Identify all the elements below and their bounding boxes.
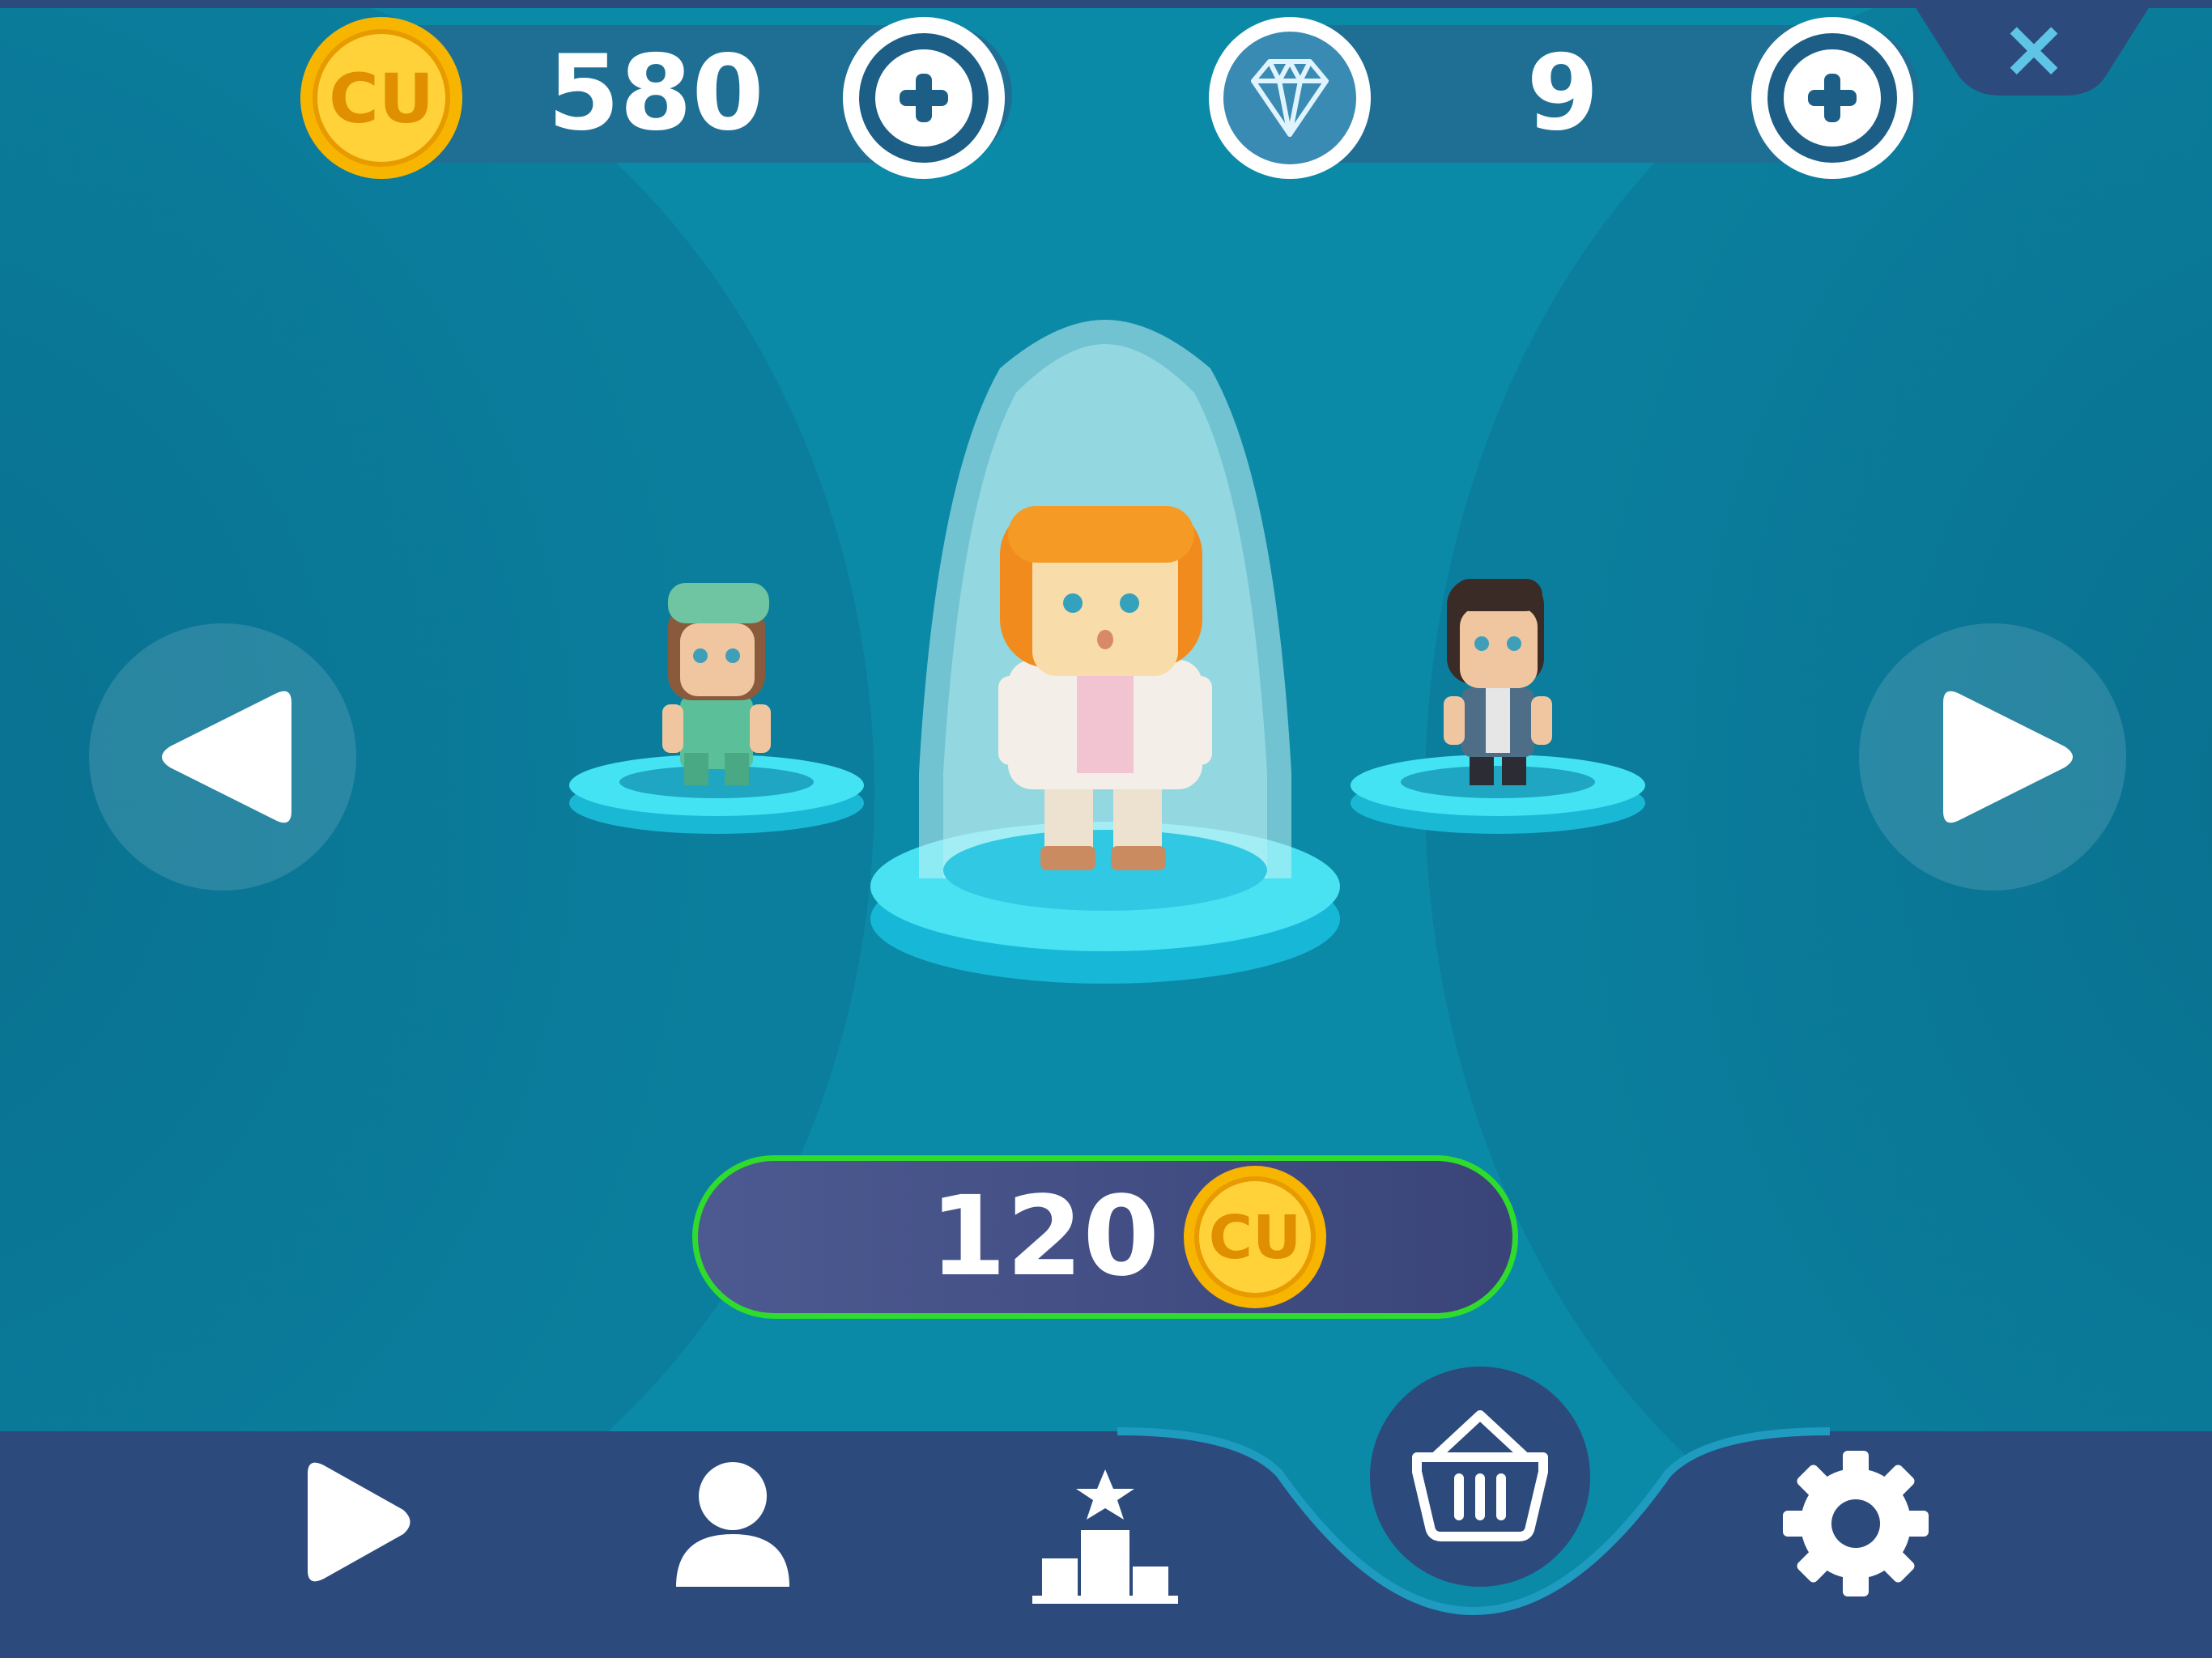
coin-badge-text: CU <box>329 59 434 138</box>
coin-badge-text: CU <box>1209 1203 1301 1273</box>
close-icon[interactable]: × <box>1993 8 2074 89</box>
diamond-icon <box>1209 17 1371 179</box>
next-character-button[interactable] <box>1859 623 2126 891</box>
gem-count: 9 <box>1526 33 1599 154</box>
coin-count: 580 <box>547 33 764 154</box>
character-center-redhead[interactable] <box>870 320 1340 992</box>
buy-price-button[interactable]: 120 CU <box>692 1155 1518 1319</box>
cu-coin-icon: CU <box>1184 1166 1326 1308</box>
triangle-left-icon <box>162 691 291 823</box>
add-coins-button[interactable] <box>840 15 1007 181</box>
leaderboard-tab-button[interactable] <box>1024 1453 1186 1615</box>
previous-character-button[interactable] <box>89 623 356 891</box>
settings-tab-button[interactable] <box>1775 1443 1937 1605</box>
basket-icon <box>1412 1410 1548 1541</box>
shop-tab-button[interactable] <box>1370 1367 1590 1587</box>
character-right-vest[interactable] <box>1348 542 1648 842</box>
triangle-right-icon <box>1943 691 2073 823</box>
character-left-nurse[interactable] <box>567 542 866 842</box>
cu-coin-icon: CU <box>300 17 462 179</box>
profile-tab-button[interactable] <box>652 1441 814 1603</box>
play-tab-button[interactable] <box>275 1441 437 1603</box>
price-value: 120 <box>929 1173 1159 1301</box>
add-gems-button[interactable] <box>1749 15 1916 181</box>
